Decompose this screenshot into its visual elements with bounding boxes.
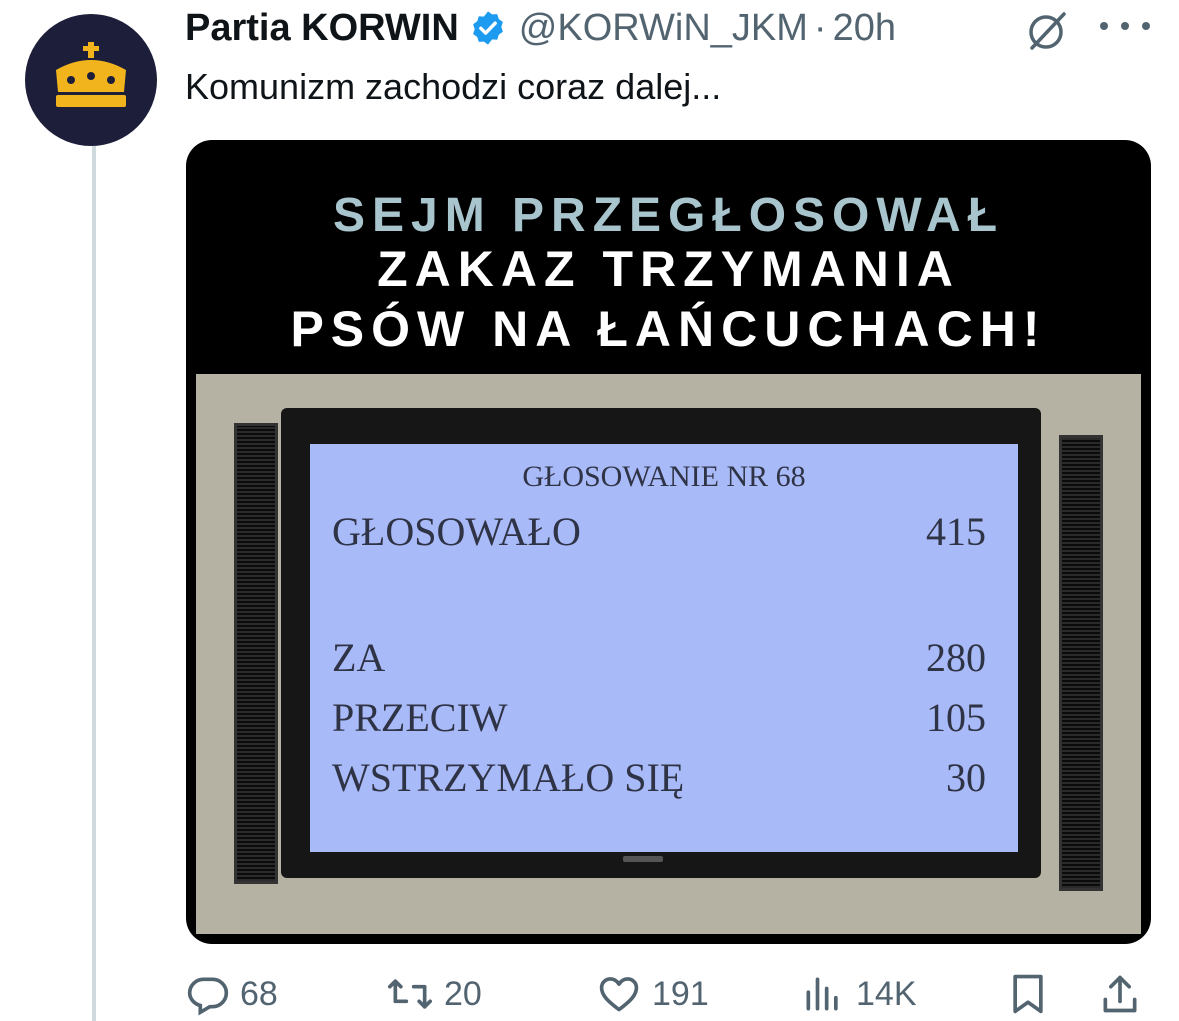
thread-line: [92, 142, 96, 1021]
repost-count: 20: [444, 974, 482, 1013]
reply-count: 68: [240, 974, 278, 1013]
bookmark-button[interactable]: [1006, 968, 1050, 1020]
post-image[interactable]: SEJM PRZEGŁOSOWAŁ ZAKAZ TRZYMANIA PSÓW N…: [186, 140, 1151, 944]
heart-icon: [599, 977, 639, 1012]
image-headline-line1: SEJM PRZEGŁOSOWAŁ: [332, 189, 1005, 242]
vote-value: 30: [946, 755, 986, 800]
image-headline-line3: PSÓW NA ŁAŃCUCHACH!: [290, 301, 1047, 357]
bookmark-icon: [1013, 974, 1043, 1014]
post-time[interactable]: 20h: [833, 7, 896, 50]
views-count: 14K: [856, 974, 917, 1013]
vote-row: WSTRZYMAŁO SIĘ 30: [332, 754, 986, 801]
vote-row: ZA 280: [332, 634, 986, 681]
like-count: 191: [652, 974, 709, 1013]
repost-icon: [388, 979, 432, 1009]
like-button[interactable]: 191: [596, 968, 709, 1020]
views-button[interactable]: 14K: [800, 968, 917, 1020]
separator-dot: ·: [813, 6, 827, 49]
repost-button[interactable]: 20: [386, 968, 482, 1020]
speaker-left: [234, 423, 278, 884]
vote-value: 105: [926, 695, 986, 740]
vote-row: PRZECIW 105: [332, 694, 986, 741]
reply-button[interactable]: 68: [186, 968, 278, 1020]
post-text: Komunizm zachodzi coraz dalej...: [185, 66, 722, 107]
monitor-brand-mark: [623, 856, 663, 862]
author-handle[interactable]: @KORWiN_JKM: [519, 7, 808, 50]
share-button[interactable]: [1098, 968, 1142, 1020]
share-icon: [1103, 975, 1137, 1013]
more-options-icon[interactable]: [1100, 6, 1150, 46]
reply-icon: [187, 977, 229, 1016]
views-icon: [806, 977, 838, 1011]
vote-label: WSTRZYMAŁO SIĘ: [332, 755, 685, 800]
action-bar: 68 20 191 14K: [0, 968, 1179, 1020]
vote-label: PRZECIW: [332, 695, 508, 740]
crown-icon: [56, 42, 126, 107]
verified-badge-icon[interactable]: [469, 9, 507, 47]
vote-label: ZA: [332, 635, 386, 680]
avatar[interactable]: [25, 14, 157, 146]
display-name[interactable]: Partia KORWIN: [185, 7, 459, 50]
grok-icon[interactable]: [1024, 8, 1070, 54]
vote-title: GŁOSOWANIE NR 68: [522, 460, 806, 493]
vote-screen: GŁOSOWANIE NR 68 GŁOSOWAŁO 415 ZA 280 PR…: [310, 444, 1018, 852]
speaker-right: [1059, 435, 1103, 891]
vote-value: 415: [926, 509, 986, 554]
vote-value: 280: [926, 635, 986, 680]
vote-label: GŁOSOWAŁO: [332, 509, 581, 554]
image-headline-line2: ZAKAZ TRZYMANIA: [377, 241, 960, 297]
post-header: Partia KORWIN @KORWiN_JKM · 20h: [185, 4, 896, 52]
vote-row: GŁOSOWAŁO 415: [332, 508, 986, 555]
